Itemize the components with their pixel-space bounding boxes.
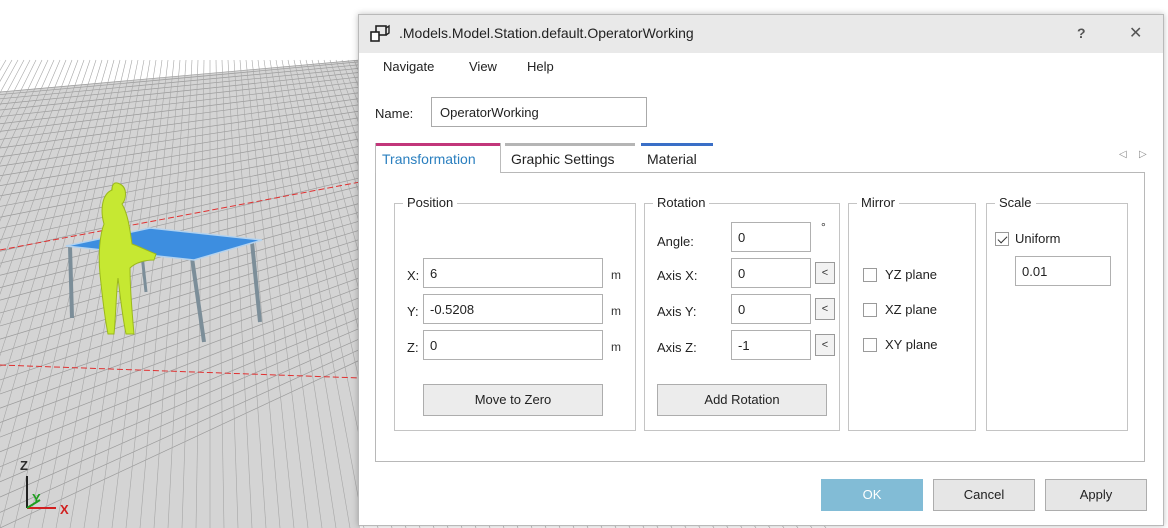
mirror-title: Mirror: [857, 195, 899, 210]
object-properties-dialog: .Models.Model.Station.default.OperatorWo…: [358, 14, 1164, 526]
menu-bar: Navigate View Help: [359, 53, 1163, 81]
angle-input[interactable]: [731, 222, 811, 252]
tab-material[interactable]: Material: [641, 143, 713, 171]
tab-scroll-left-icon[interactable]: ◁: [1119, 149, 1127, 160]
tab-transformation-label: Transformation: [382, 151, 476, 167]
axis-z-pick-button[interactable]: <: [815, 334, 835, 356]
tab-graphic-settings-accent: [505, 143, 635, 146]
tab-scroll-right-icon[interactable]: ▷: [1139, 149, 1147, 160]
scale-input[interactable]: [1015, 256, 1111, 286]
name-label: Name:: [375, 106, 414, 121]
add-rotation-button[interactable]: Add Rotation: [657, 384, 827, 416]
axis-y-label: Axis Y:: [657, 304, 697, 319]
mirror-xy-checkbox[interactable]: [863, 338, 877, 352]
transformation-panel: Position X: m Y: m Z: m Move to Zero Rot…: [375, 172, 1145, 462]
position-z-label: Z:: [407, 340, 419, 355]
axis-x-label: X: [60, 502, 69, 517]
table-leg: [68, 245, 74, 319]
close-button[interactable]: ✕: [1129, 23, 1142, 43]
menu-navigate[interactable]: Navigate: [383, 59, 434, 74]
move-to-zero-button[interactable]: Move to Zero: [423, 384, 603, 416]
position-z-unit: m: [611, 340, 621, 354]
position-x-label: X:: [407, 268, 420, 283]
mirror-xz-label: XZ plane: [885, 302, 938, 317]
position-x-unit: m: [611, 268, 621, 282]
mirror-group: Mirror YZ plane XZ plane XY plane: [848, 195, 976, 431]
axis-z-label: Z: [20, 458, 28, 473]
axis-y-input[interactable]: [731, 294, 811, 324]
position-y-unit: m: [611, 304, 621, 318]
mirror-xy-label: XY plane: [885, 337, 938, 352]
axis-z-label-field: Axis Z:: [657, 340, 697, 355]
cancel-button[interactable]: Cancel: [933, 479, 1035, 511]
position-z-input[interactable]: [423, 330, 603, 360]
position-y-label: Y:: [407, 304, 419, 319]
axis-y-pick-button[interactable]: <: [815, 298, 835, 320]
tab-material-accent: [641, 143, 713, 146]
mirror-xz-checkbox[interactable]: [863, 303, 877, 317]
axis-x-pick-button[interactable]: <: [815, 262, 835, 284]
tab-transformation[interactable]: Transformation: [375, 143, 501, 173]
help-button[interactable]: ?: [1077, 25, 1086, 41]
angle-unit: °: [821, 220, 826, 234]
scale-title: Scale: [995, 195, 1036, 210]
dialog-title: .Models.Model.Station.default.OperatorWo…: [399, 25, 694, 41]
position-group: Position X: m Y: m Z: m Move to Zero: [394, 195, 636, 431]
menu-view[interactable]: View: [469, 59, 497, 74]
axis-y-label: Y: [32, 491, 41, 506]
mirror-yz-checkbox[interactable]: [863, 268, 877, 282]
scale-group: Scale Uniform: [986, 195, 1128, 431]
rotation-title: Rotation: [653, 195, 710, 210]
uniform-label: Uniform: [1015, 231, 1061, 246]
position-y-input[interactable]: [423, 294, 603, 324]
rotation-group: Rotation Angle: ° Axis X: < Axis Y: < Ax…: [644, 195, 840, 431]
position-x-input[interactable]: [423, 258, 603, 288]
tab-material-label: Material: [647, 151, 697, 167]
tab-transformation-accent: [376, 143, 500, 146]
angle-label: Angle:: [657, 234, 694, 249]
axis-x-label: Axis X:: [657, 268, 698, 283]
axis-x-input[interactable]: [731, 258, 811, 288]
position-title: Position: [403, 195, 458, 210]
name-input[interactable]: [431, 97, 647, 127]
menu-help[interactable]: Help: [527, 59, 554, 74]
tab-graphic-settings[interactable]: Graphic Settings: [505, 143, 635, 171]
tab-graphic-settings-label: Graphic Settings: [511, 151, 615, 167]
apply-button[interactable]: Apply: [1045, 479, 1147, 511]
title-bar[interactable]: .Models.Model.Station.default.OperatorWo…: [359, 15, 1163, 53]
uniform-checkbox[interactable]: [995, 232, 1009, 246]
ok-button[interactable]: OK: [821, 479, 923, 511]
object-icon: [370, 24, 390, 42]
axis-z-input[interactable]: [731, 330, 811, 360]
mirror-yz-label: YZ plane: [885, 267, 938, 282]
